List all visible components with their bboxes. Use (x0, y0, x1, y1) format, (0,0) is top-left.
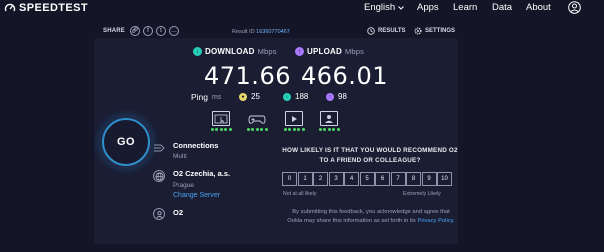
rating-option-8[interactable]: 8 (406, 172, 421, 186)
connections-title: Connections (173, 141, 219, 150)
rating-option-10[interactable]: 10 (437, 172, 452, 186)
download-arrow-icon: ↓ (193, 47, 202, 56)
connections-icon (153, 142, 165, 154)
settings-button[interactable]: SETTINGS (414, 27, 455, 35)
ping-download-value: 188 (295, 92, 309, 101)
nav-data[interactable]: Data (492, 2, 512, 13)
nav-learn[interactable]: Learn (453, 2, 477, 13)
browsing-rating (210, 128, 232, 131)
gaming-rating (246, 128, 268, 131)
download-value: 471.66 (204, 62, 291, 90)
results-button[interactable]: RESULTS (367, 27, 406, 35)
ping-upload-value: 98 (338, 92, 347, 101)
gamepad-icon (248, 111, 266, 126)
upload-unit: Mbps (344, 47, 365, 56)
top-nav: SPEEDTEST English Apps Learn Data About (0, 0, 604, 16)
upload-arrow-icon: ↑ (295, 47, 304, 56)
rating-option-7[interactable]: 7 (390, 172, 406, 186)
rating-option-3[interactable]: 3 (328, 172, 344, 186)
upload-label: UPLOAD (307, 47, 342, 56)
facebook-icon[interactable]: f (143, 26, 154, 36)
rating-option-2[interactable]: 2 (313, 172, 328, 186)
quality-video-calls[interactable] (318, 111, 340, 131)
rating-option-9[interactable]: 9 (421, 172, 437, 186)
rating-option-1[interactable]: 1 (297, 172, 313, 186)
nav-about[interactable]: About (526, 2, 551, 13)
user-account-icon[interactable] (568, 1, 581, 14)
ping-upload[interactable]: ↑ 98 (326, 92, 347, 101)
privacy-policy-link[interactable]: Privacy Policy. (417, 218, 454, 224)
video-calls-rating (318, 128, 340, 131)
scale-high-label: Extremely Likely (403, 191, 441, 197)
user-icon (153, 208, 165, 220)
logo-text: SPEEDTEST (19, 2, 89, 14)
ping-idle-value: 25 (251, 92, 260, 101)
ping-download[interactable]: ↓ 188 (283, 92, 308, 101)
history-icon (367, 27, 375, 35)
upload-latency-icon: ↑ (326, 92, 334, 101)
results-label: RESULTS (378, 28, 406, 34)
share-row: SHARE 🔗︎ f t … (103, 26, 180, 36)
video-call-icon (320, 111, 338, 126)
change-server-link[interactable]: Change Server (173, 192, 220, 199)
download-latency-icon: ↓ (283, 92, 291, 101)
result-id-value[interactable]: 16360770467 (256, 29, 290, 35)
idle-latency-icon: ● (239, 92, 247, 101)
ping-idle[interactable]: ● 25 (239, 92, 260, 101)
ping-row: Ping ms (191, 92, 221, 102)
more-options-icon[interactable]: … (169, 26, 180, 36)
download-unit: Mbps (257, 47, 277, 56)
gear-icon (414, 27, 422, 35)
result-id-label: Result ID (232, 29, 255, 35)
twitter-icon[interactable]: t (156, 26, 167, 36)
download-label: DOWNLOAD (205, 47, 255, 56)
link-icon[interactable]: 🔗︎ (130, 26, 141, 36)
settings-label: SETTINGS (425, 28, 456, 34)
quality-streaming[interactable] (283, 111, 305, 131)
language-selector[interactable]: English (364, 2, 405, 13)
isp-name: O2 (173, 208, 184, 217)
globe-icon (153, 170, 165, 182)
nav-apps[interactable]: Apps (417, 2, 439, 13)
result-id: Result ID 16360770467 (232, 29, 290, 35)
server-name: O2 Czechia, a.s. (173, 169, 231, 178)
survey-disclaimer: By submitting this feedback, you acknowl… (286, 208, 456, 225)
streaming-rating (283, 128, 305, 131)
speedtest-logo[interactable]: SPEEDTEST (4, 2, 88, 14)
rating-option-4[interactable]: 4 (344, 172, 359, 186)
survey-question: HOW LIKELY IS IT THAT YOU WOULD RECOMMEN… (282, 147, 458, 164)
share-label: SHARE (103, 28, 126, 34)
upload-header: ↑ UPLOAD Mbps (295, 47, 364, 56)
ping-unit: ms (212, 93, 222, 101)
scale-low-label: Not at all likely (283, 191, 317, 197)
ping-label: Ping (191, 92, 209, 102)
rating-option-6[interactable]: 6 (375, 172, 390, 186)
language-label: English (364, 2, 396, 13)
rating-scale: 0 1 2 3 4 5 6 7 8 9 10 (282, 172, 453, 186)
quality-browsing[interactable] (210, 111, 232, 131)
quality-gaming[interactable] (246, 111, 268, 131)
go-button[interactable]: GO (102, 118, 150, 166)
rating-option-5[interactable]: 5 (359, 172, 375, 186)
connections-value: Multi (173, 153, 187, 160)
download-header: ↓ DOWNLOAD Mbps (193, 47, 277, 56)
web-browsing-icon (212, 111, 230, 126)
chevron-down-icon (398, 5, 405, 10)
server-location: Prague (173, 182, 194, 189)
rating-option-0[interactable]: 0 (282, 172, 297, 186)
speedometer-icon (4, 3, 16, 12)
video-streaming-icon (285, 111, 303, 126)
upload-value: 466.01 (301, 62, 388, 90)
